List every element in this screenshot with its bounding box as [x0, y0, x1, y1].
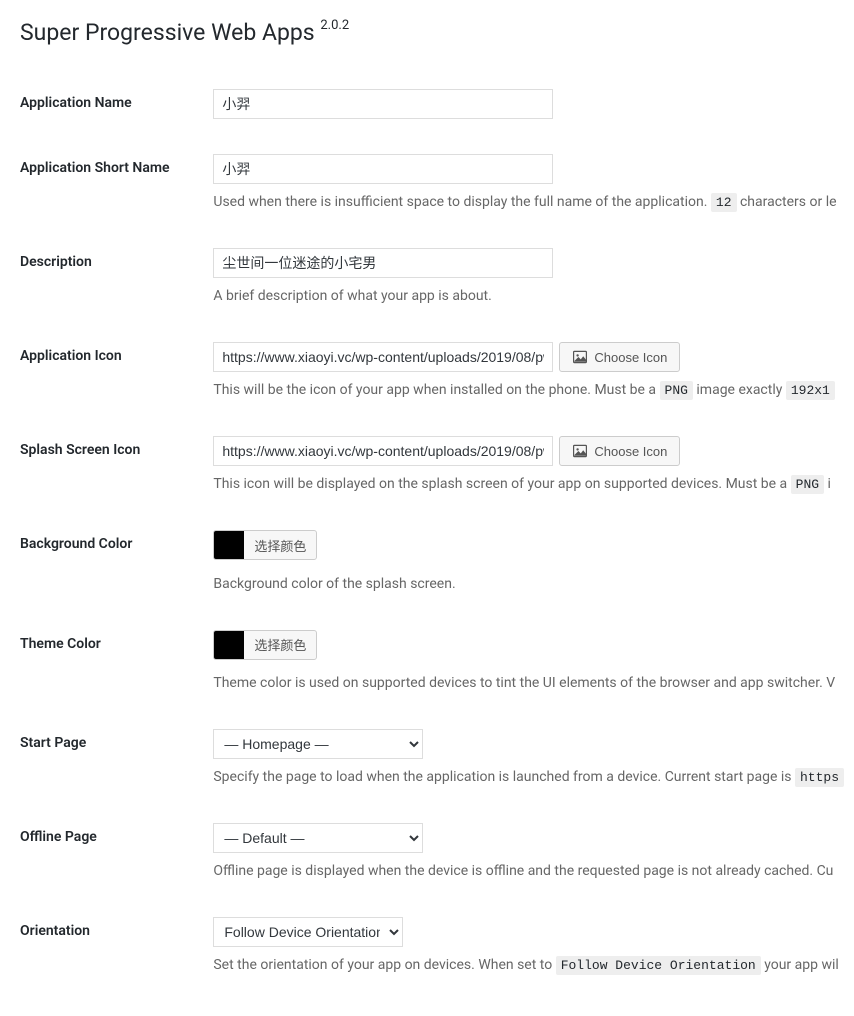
label-orientation: Orientation	[20, 902, 213, 996]
help-theme-color: Theme color is used on supported devices…	[213, 673, 844, 694]
theme-color-label: 选择颜色	[244, 635, 316, 654]
theme-color-picker[interactable]: 选择颜色	[213, 630, 317, 660]
description-input[interactable]	[213, 248, 553, 278]
splash-icon-input[interactable]	[213, 436, 553, 466]
background-color-swatch	[214, 531, 244, 559]
label-app-icon: Application Icon	[20, 327, 213, 421]
label-start-page: Start Page	[20, 714, 213, 808]
page-title: Super Progressive Web Apps 2.0.2	[20, 10, 854, 50]
start-page-select[interactable]: — Homepage —	[213, 729, 423, 759]
choose-icon-label: Choose Icon	[594, 350, 667, 365]
label-description: Description	[20, 233, 213, 327]
offline-page-select[interactable]: — Default —	[213, 823, 423, 853]
theme-color-swatch	[214, 631, 244, 659]
label-app-name: Application Name	[20, 74, 213, 139]
code-png: PNG	[660, 381, 693, 400]
image-icon	[572, 443, 588, 459]
choose-icon-label-splash: Choose Icon	[594, 444, 667, 459]
help-start-page: Specify the page to load when the applic…	[213, 767, 844, 788]
app-name-input[interactable]	[213, 89, 553, 119]
background-color-label: 选择颜色	[244, 536, 316, 555]
code-char-limit: 12	[711, 193, 737, 212]
help-description: A brief description of what your app is …	[213, 286, 844, 307]
app-icon-input[interactable]	[213, 342, 553, 372]
background-color-picker[interactable]: 选择颜色	[213, 530, 317, 560]
label-splash-icon: Splash Screen Icon	[20, 421, 213, 515]
code-png-splash: PNG	[791, 475, 824, 494]
choose-icon-button-splash[interactable]: Choose Icon	[559, 436, 680, 466]
app-short-name-input[interactable]	[213, 154, 553, 184]
image-icon	[572, 349, 588, 365]
help-background-color: Background color of the splash screen.	[213, 574, 844, 595]
code-size: 192x1	[786, 381, 835, 400]
help-app-icon: This will be the icon of your app when i…	[213, 380, 844, 401]
orientation-select[interactable]: Follow Device Orientation	[213, 917, 403, 947]
choose-icon-button-app[interactable]: Choose Icon	[559, 342, 680, 372]
help-app-short-name: Used when there is insufficient space to…	[213, 192, 844, 213]
help-orientation: Set the orientation of your app on devic…	[213, 955, 844, 976]
page-title-text: Super Progressive Web Apps	[20, 19, 315, 46]
code-orientation: Follow Device Orientation	[556, 956, 761, 975]
label-app-short-name: Application Short Name	[20, 139, 213, 233]
help-splash-icon: This icon will be displayed on the splas…	[213, 474, 844, 495]
help-offline-page: Offline page is displayed when the devic…	[213, 861, 844, 882]
version-badge: 2.0.2	[320, 18, 349, 33]
label-theme-color: Theme Color	[20, 615, 213, 715]
code-start-url: https	[795, 768, 844, 787]
label-offline-page: Offline Page	[20, 808, 213, 902]
label-background-color: Background Color	[20, 515, 213, 615]
